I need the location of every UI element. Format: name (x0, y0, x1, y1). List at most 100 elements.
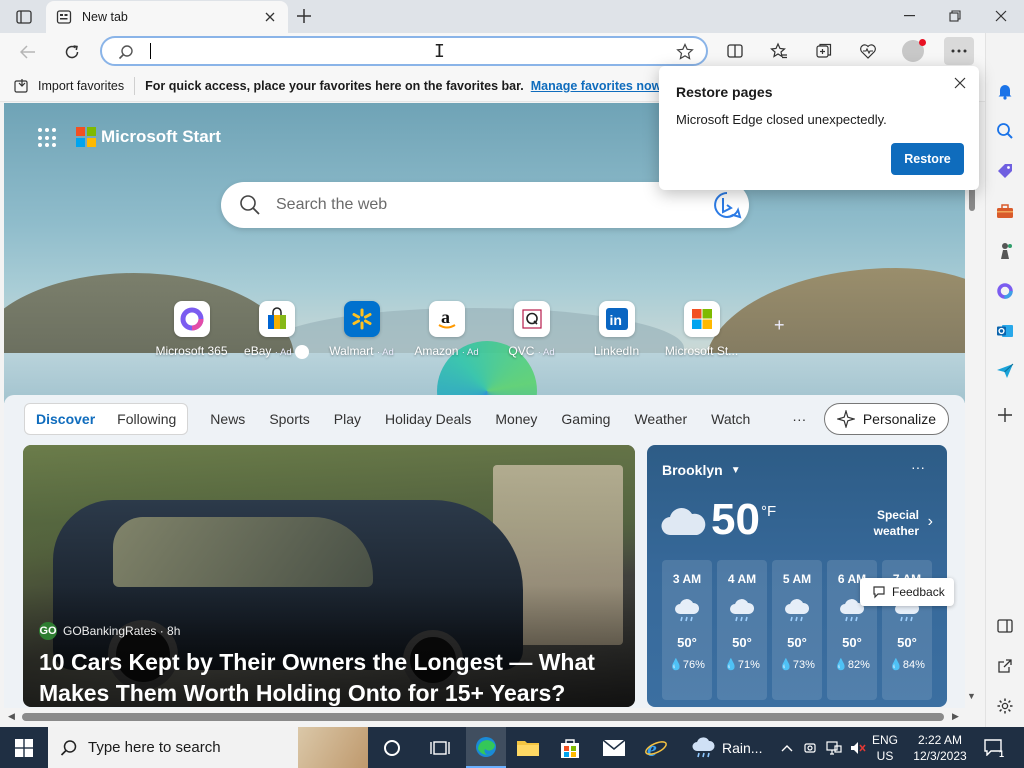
store-bag-icon (561, 738, 579, 758)
network-tray-icon[interactable] (824, 727, 844, 768)
action-center-button[interactable]: 1 (978, 735, 1008, 759)
app-launcher-button[interactable] (38, 128, 58, 148)
cortana-button[interactable] (372, 727, 412, 768)
taskbar-weather-widget[interactable]: Rain... (692, 727, 762, 768)
minimize-button[interactable] (886, 0, 932, 32)
hide-sidebar-button[interactable] (993, 614, 1017, 638)
close-tab-button[interactable] (262, 9, 278, 25)
taskbar-internet-explorer-button[interactable]: e (636, 727, 676, 768)
feed-navigation: Discover Following News Sports Play Holi… (24, 403, 949, 435)
weather-more-icon[interactable]: ··· (911, 459, 925, 475)
quick-link-microsoft-store[interactable]: Microsoft St... (659, 301, 744, 358)
quick-link-amazon[interactable]: a Amazon · Ad (404, 301, 489, 358)
tab-news[interactable]: News (198, 403, 257, 435)
vertical-scrollbar[interactable]: ▼ (965, 103, 985, 708)
tab-discover[interactable]: Discover (25, 404, 106, 434)
start-button[interactable] (0, 727, 48, 768)
special-weather-line-2: weather (873, 524, 919, 538)
toolbox-icon (997, 204, 1013, 218)
shopping-button[interactable] (993, 159, 1017, 183)
settings-and-more-button[interactable] (944, 37, 974, 65)
outlook-button[interactable] (993, 319, 1017, 343)
language-indicator[interactable]: ENG US (872, 732, 898, 764)
tab-money[interactable]: Money (483, 403, 549, 435)
add-sidebar-app-button[interactable] (993, 403, 1017, 427)
search-sidebar-button[interactable] (993, 119, 1017, 143)
weather-location[interactable]: Brooklyn ▼ (662, 462, 741, 478)
import-favorites-button[interactable]: Import favorites (14, 78, 124, 94)
scroll-left-arrow-icon[interactable]: ◀ (8, 711, 15, 722)
drop-button[interactable] (993, 359, 1017, 383)
collections-button[interactable] (809, 37, 839, 65)
quick-link-walmart[interactable]: Walmart · Ad (319, 301, 404, 358)
tab-sports[interactable]: Sports (257, 403, 321, 435)
tab-title: New tab (82, 10, 128, 24)
tab-new-tab[interactable]: New tab (46, 1, 288, 33)
quick-link-microsoft-365[interactable]: Microsoft 365 (149, 301, 234, 358)
microsoft-start-brand: Microsoft Start (101, 127, 221, 146)
taskbar-edge-button[interactable] (466, 727, 506, 768)
scroll-down-arrow-icon[interactable]: ▼ (967, 691, 976, 701)
quick-link-label: Microsoft 365 (155, 344, 228, 358)
tab-holiday-deals[interactable]: Holiday Deals (373, 403, 483, 435)
favorites-button[interactable] (764, 37, 794, 65)
tools-button[interactable] (993, 199, 1017, 223)
article-headline[interactable]: 10 Cars Kept by Their Owners the Longest… (39, 647, 619, 707)
add-favorite-star-icon[interactable] (676, 43, 694, 61)
quick-link-label: Amazon (414, 344, 459, 358)
notifications-button[interactable] (993, 79, 1017, 103)
games-button[interactable] (993, 239, 1017, 263)
tab-play[interactable]: Play (322, 403, 373, 435)
tab-weather[interactable]: Weather (622, 403, 699, 435)
new-tab-button[interactable] (292, 5, 316, 27)
forecast-hour[interactable]: 3 AM 50° 💧76% (662, 560, 712, 700)
microsoft-365-sidebar-button[interactable] (993, 279, 1017, 303)
close-dialog-button[interactable] (951, 74, 969, 92)
taskbar-mail-button[interactable] (594, 727, 634, 768)
tab-actions-button[interactable] (8, 6, 40, 28)
show-hidden-icons-button[interactable] (778, 727, 796, 768)
article-card[interactable]: GO GOBankingRates · 8h 10 Cars Kept by T… (23, 445, 635, 707)
new-tab-page: Microsoft Start Microsoft 365 eBay · Ad (4, 103, 965, 708)
tab-gaming[interactable]: Gaming (549, 403, 622, 435)
taskbar-file-explorer-button[interactable] (508, 727, 548, 768)
horizontal-scrollbar[interactable]: ◀ ▶ (4, 708, 965, 727)
more-tabs-button[interactable]: ··· (792, 411, 806, 427)
split-screen-button[interactable] (720, 37, 750, 65)
tab-watch[interactable]: Watch (699, 403, 762, 435)
restore-button[interactable]: Restore (891, 143, 964, 175)
tab-following[interactable]: Following (106, 404, 187, 434)
forecast-precipitation: 71% (737, 659, 760, 671)
task-view-button[interactable] (420, 727, 460, 768)
address-bar[interactable] (100, 36, 708, 66)
personalize-button[interactable]: Personalize (823, 403, 949, 435)
sidebar-settings-button[interactable] (993, 694, 1017, 718)
quick-link-qvc[interactable]: QVC · Ad (489, 301, 574, 358)
refresh-button[interactable] (58, 38, 86, 66)
bing-chat-button[interactable] (711, 189, 743, 221)
close-window-button[interactable] (978, 0, 1024, 32)
add-quick-link-plus-icon[interactable]: + (774, 315, 785, 336)
camera-tray-icon[interactable] (801, 727, 819, 768)
feedback-button[interactable]: Feedback (860, 578, 954, 606)
web-search-input[interactable] (276, 194, 676, 216)
system-clock[interactable]: 2:22 AM 12/3/2023 (910, 732, 970, 764)
scroll-right-arrow-icon[interactable]: ▶ (952, 711, 959, 722)
taskbar-search-box[interactable]: Type here to search (48, 727, 368, 768)
open-in-new-window-button[interactable] (993, 654, 1017, 678)
quick-link-linkedin[interactable]: in LinkedIn (574, 301, 659, 358)
address-input[interactable] (152, 41, 632, 61)
forecast-hour[interactable]: 5 AM 50° 💧73% (772, 560, 822, 700)
volume-tray-icon[interactable] (848, 727, 868, 768)
back-button[interactable] (14, 38, 42, 66)
browser-essentials-button[interactable] (853, 37, 883, 65)
scrollbar-thumb[interactable] (22, 713, 944, 721)
special-weather-alert[interactable]: Special weather (874, 507, 919, 539)
weather-card[interactable]: Brooklyn ▼ ··· 50 °F Special weather › 3… (647, 445, 947, 707)
forecast-hour[interactable]: 4 AM 50° 💧71% (717, 560, 767, 700)
taskbar-store-button[interactable] (550, 727, 590, 768)
quick-link-ebay[interactable]: eBay · Ad (234, 301, 319, 359)
restore-window-button[interactable] (932, 0, 978, 32)
manage-favorites-link[interactable]: Manage favorites now (531, 79, 662, 93)
chevron-right-icon[interactable]: › (928, 513, 933, 531)
